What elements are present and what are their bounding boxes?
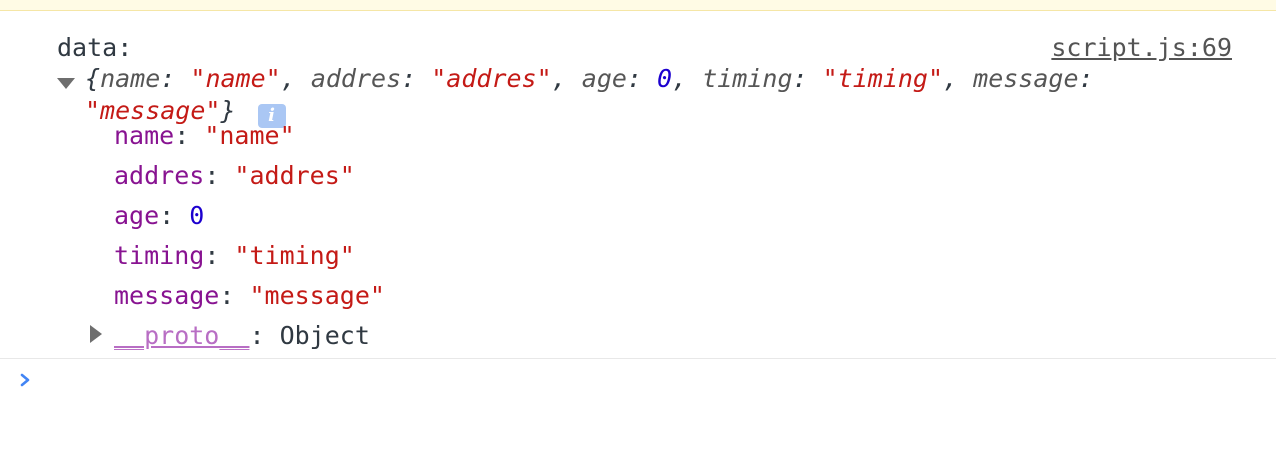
- proto-key: __proto__: [114, 321, 250, 350]
- object-preview-line-1: {name: "name", addres: "addres", age: 0,…: [85, 64, 1094, 93]
- proto-row[interactable]: __proto__: Object: [90, 321, 370, 350]
- source-location-link[interactable]: script.js:69: [1051, 33, 1232, 62]
- warning-message-strip: [0, 0, 1276, 11]
- property-row-addres: addres: "addres": [114, 161, 355, 190]
- property-row-timing: timing: "timing": [114, 241, 355, 270]
- chevron-right-icon: [20, 373, 30, 387]
- console-input[interactable]: [50, 365, 1250, 401]
- triangle-expanded-icon[interactable]: [57, 78, 75, 89]
- property-row-age: age: 0: [114, 201, 205, 230]
- property-row-message: message: "message": [114, 281, 385, 310]
- proto-value: Object: [279, 321, 370, 350]
- console-prompt[interactable]: [0, 359, 1276, 472]
- triangle-collapsed-icon[interactable]: [90, 325, 102, 343]
- log-label: data:: [57, 33, 133, 62]
- console-log-message: data: script.js:69 {name: "name", addres…: [0, 11, 1276, 358]
- property-row-name: name: "name": [114, 121, 295, 150]
